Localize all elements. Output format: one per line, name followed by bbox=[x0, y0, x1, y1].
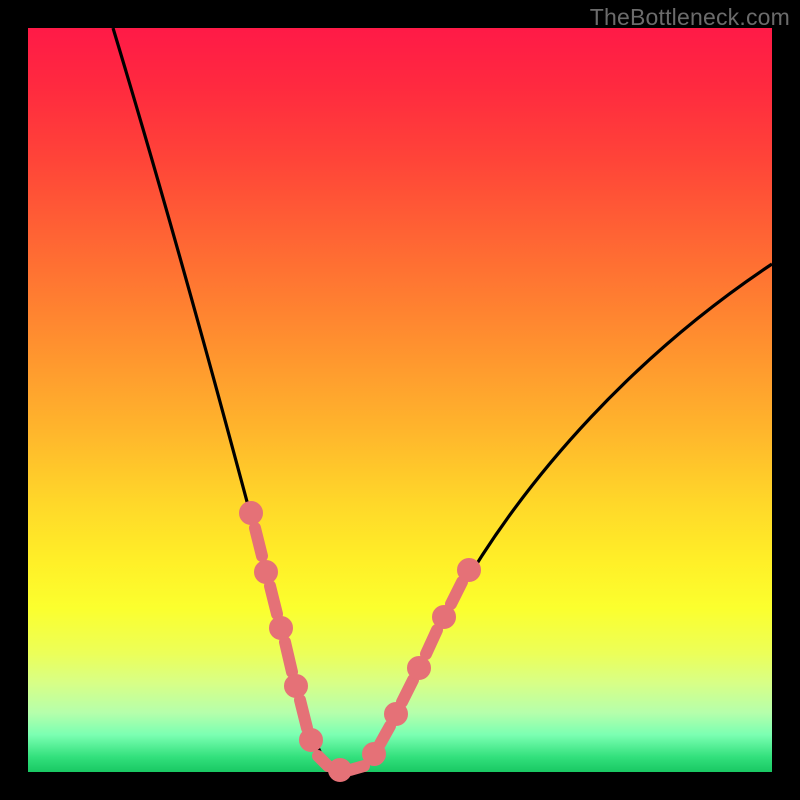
dotted-overlay-floor bbox=[318, 756, 364, 776]
curve-layer bbox=[28, 28, 772, 772]
dotted-overlay-right bbox=[368, 564, 475, 760]
bottleneck-curve bbox=[113, 28, 772, 770]
plot-area bbox=[28, 28, 772, 772]
watermark-text: TheBottleneck.com bbox=[590, 4, 790, 31]
chart-frame: TheBottleneck.com bbox=[0, 0, 800, 800]
dotted-overlay-left bbox=[245, 507, 317, 746]
